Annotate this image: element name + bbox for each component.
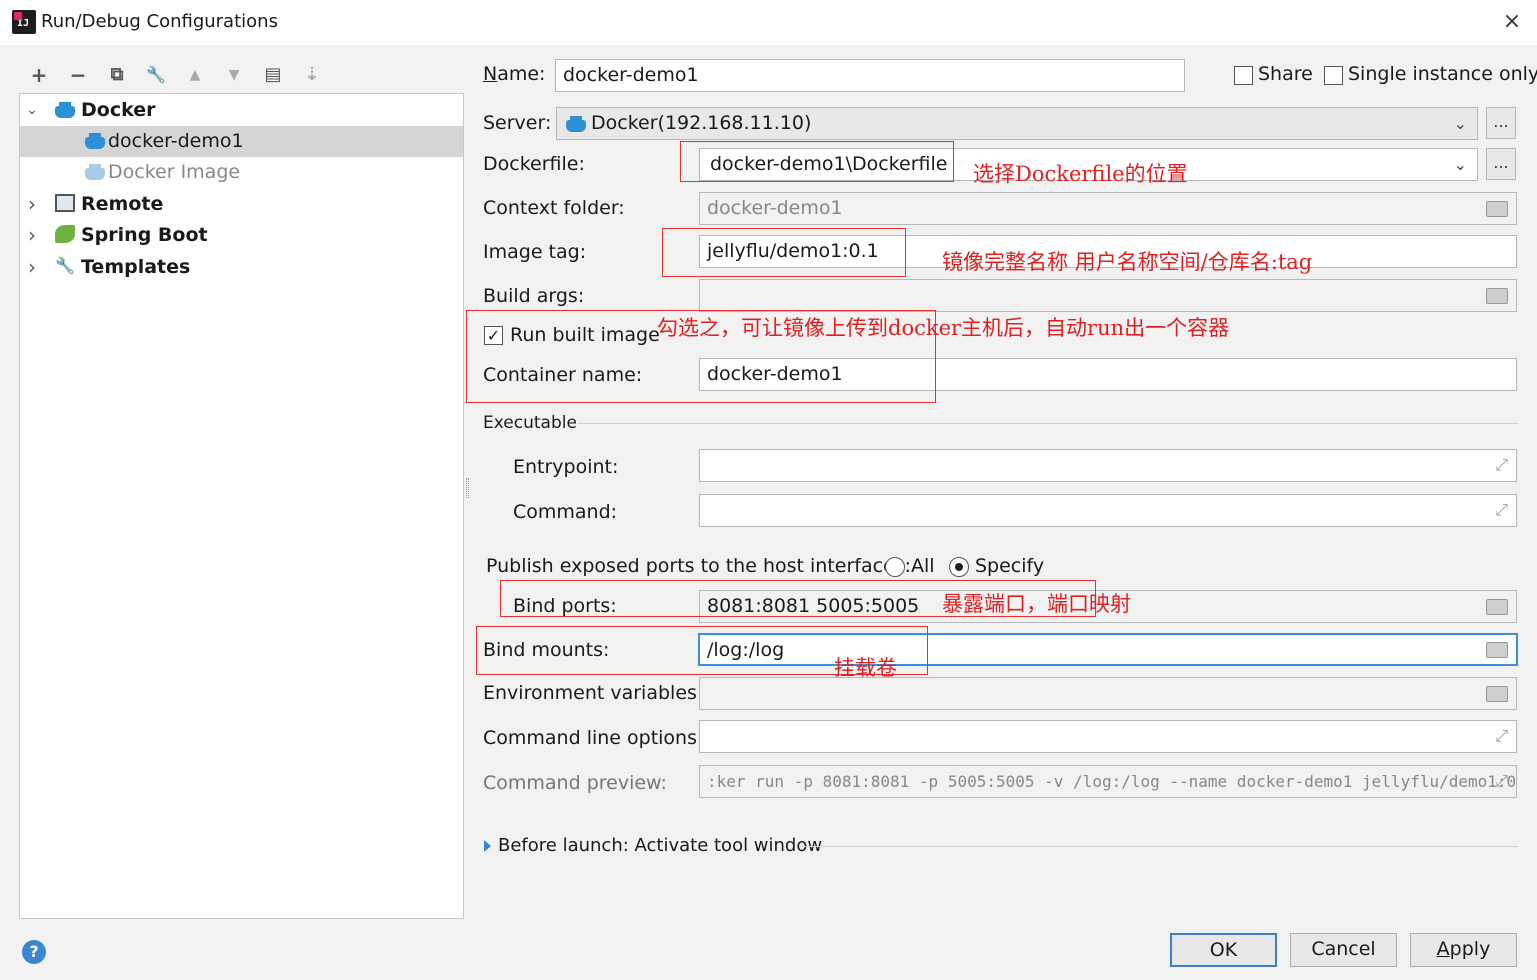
executable-section-label: Executable: [483, 413, 577, 433]
publish-specify-label: Specify: [975, 555, 1045, 577]
tree-label-spring-boot: Spring Boot: [81, 224, 208, 246]
tree-label-docker-image: Docker Image: [108, 161, 241, 183]
copy-icon[interactable]: ⧉: [104, 62, 130, 88]
context-folder-label: Context folder:: [483, 197, 625, 219]
close-icon[interactable]: ×: [1500, 10, 1524, 34]
sort-icon[interactable]: ⇣: [299, 62, 325, 88]
tree-label-docker-demo1: docker-demo1: [108, 130, 244, 152]
annotation-dockerfile: 选择Dockerfile的位置: [973, 162, 1188, 186]
tree-label-docker: Docker: [81, 99, 156, 121]
new-folder-icon[interactable]: ▤: [260, 62, 286, 88]
before-launch-separator: [800, 846, 1518, 847]
publish-all-radio[interactable]: [885, 557, 905, 577]
build-args-input[interactable]: [699, 279, 1517, 312]
tree-item-docker-demo1[interactable]: docker-demo1: [20, 126, 463, 157]
expand-triangle-icon[interactable]: [484, 840, 491, 852]
window-title: Run/Debug Configurations: [41, 11, 278, 32]
cmd-options-label: Command line options:: [483, 727, 704, 749]
tree-label-remote: Remote: [81, 193, 164, 215]
folder-icon[interactable]: [1486, 288, 1508, 304]
single-instance-checkbox[interactable]: [1324, 66, 1343, 85]
config-tree: ⌄ Docker docker-demo1 Docker Image › Rem…: [19, 93, 464, 919]
annotation-box-image-tag: [662, 228, 906, 277]
image-tag-label: Image tag:: [483, 241, 587, 263]
move-up-icon[interactable]: ▲: [182, 62, 208, 88]
ok-button[interactable]: OK: [1170, 933, 1277, 967]
env-vars-input[interactable]: [699, 677, 1517, 710]
annotation-box-dockerfile: [680, 141, 954, 182]
docker-icon: [566, 116, 586, 132]
dockerfile-browse-button[interactable]: ...: [1486, 148, 1516, 180]
docker-icon: [55, 102, 75, 118]
collapsed-arrow-icon[interactable]: ›: [24, 257, 40, 277]
wrench-icon: 🔧: [55, 256, 75, 275]
remote-icon: [55, 194, 75, 212]
tree-item-remote[interactable]: › Remote: [20, 189, 463, 220]
cancel-button[interactable]: Cancel: [1290, 933, 1397, 967]
server-combo[interactable]: Docker(192.168.11.10) ⌄: [556, 107, 1478, 140]
tree-item-templates[interactable]: › 🔧 Templates: [20, 252, 463, 283]
before-launch-label[interactable]: Before launch: Activate tool window: [498, 835, 822, 856]
docker-icon: [85, 164, 105, 180]
share-checkbox[interactable]: [1234, 66, 1253, 85]
publish-ports-label: Publish exposed ports to the host interf…: [486, 555, 912, 577]
cmd-preview-label: Command preview:: [483, 772, 667, 794]
cmd-preview-input[interactable]: :ker run -p 8081:8081 -p 5005:5005 -v /l…: [699, 765, 1517, 798]
entrypoint-label: Entrypoint:: [513, 456, 619, 478]
folder-icon[interactable]: [1486, 599, 1508, 615]
name-input[interactable]: docker-demo1: [555, 59, 1185, 92]
publish-all-label: All: [911, 555, 935, 577]
help-icon[interactable]: ?: [22, 940, 46, 964]
add-icon[interactable]: +: [26, 62, 52, 88]
build-args-label: Build args:: [483, 285, 585, 307]
executable-separator: [578, 423, 1518, 424]
annotation-image-tag: 镜像完整名称 用户名称空间/仓库名:tag: [942, 250, 1313, 274]
intellij-app-icon: IJ: [12, 10, 36, 34]
chevron-down-icon: ⌄: [1453, 114, 1467, 133]
cmd-preview-value: :ker run -p 8081:8081 -p 5005:5005 -v /l…: [707, 772, 1517, 791]
expand-icon[interactable]: ⤢: [1495, 500, 1508, 520]
cmd-options-input[interactable]: ⤢: [699, 720, 1517, 753]
folder-icon[interactable]: [1486, 642, 1508, 658]
tree-item-spring-boot[interactable]: › Spring Boot: [20, 220, 463, 251]
server-value: Docker(192.168.11.10): [591, 112, 812, 134]
env-vars-label: Environment variables:: [483, 682, 704, 704]
docker-icon: [85, 133, 105, 149]
wrench-icon[interactable]: 🔧: [143, 62, 169, 88]
apply-button[interactable]: Apply: [1410, 933, 1517, 967]
tree-item-docker[interactable]: ⌄ Docker: [20, 95, 463, 126]
move-down-icon[interactable]: ▼: [221, 62, 247, 88]
spring-boot-icon: [55, 225, 75, 243]
command-label: Command:: [513, 501, 618, 523]
splitter-handle[interactable]: [466, 478, 469, 498]
annotation-bind-mounts: 挂载卷: [834, 656, 897, 680]
folder-icon[interactable]: [1486, 686, 1508, 702]
tree-label-templates: Templates: [81, 256, 191, 278]
command-input[interactable]: ⤢: [699, 494, 1517, 527]
entrypoint-input[interactable]: ⤢: [699, 449, 1517, 482]
context-folder-input[interactable]: docker-demo1: [699, 192, 1517, 225]
annotation-bind-ports: 暴露端口，端口映射: [942, 592, 1131, 616]
annotation-run-built: 勾选之，可让镜像上传到docker主机后，自动run出一个容器: [657, 316, 1230, 340]
expanded-arrow-icon[interactable]: ⌄: [24, 102, 40, 118]
context-folder-value: docker-demo1: [707, 197, 843, 219]
share-label: Share: [1258, 63, 1313, 85]
expand-icon[interactable]: ⤢: [1495, 726, 1508, 746]
remove-icon[interactable]: −: [65, 62, 91, 88]
chevron-down-icon: ⌄: [1453, 155, 1467, 174]
single-instance-label: Single instance only: [1348, 63, 1537, 85]
collapsed-arrow-icon[interactable]: ›: [24, 225, 40, 245]
publish-specify-radio[interactable]: [949, 557, 969, 577]
server-label: Server:: [483, 112, 552, 134]
expand-icon[interactable]: ⤢: [1495, 455, 1508, 475]
tree-item-docker-image[interactable]: Docker Image: [20, 157, 463, 188]
expand-icon[interactable]: ⤢: [1495, 771, 1508, 791]
dockerfile-label: Dockerfile:: [483, 153, 585, 175]
name-label: Name:: [483, 63, 546, 85]
folder-icon[interactable]: [1486, 201, 1508, 217]
server-browse-button[interactable]: ...: [1486, 107, 1516, 139]
collapsed-arrow-icon[interactable]: ›: [24, 194, 40, 214]
